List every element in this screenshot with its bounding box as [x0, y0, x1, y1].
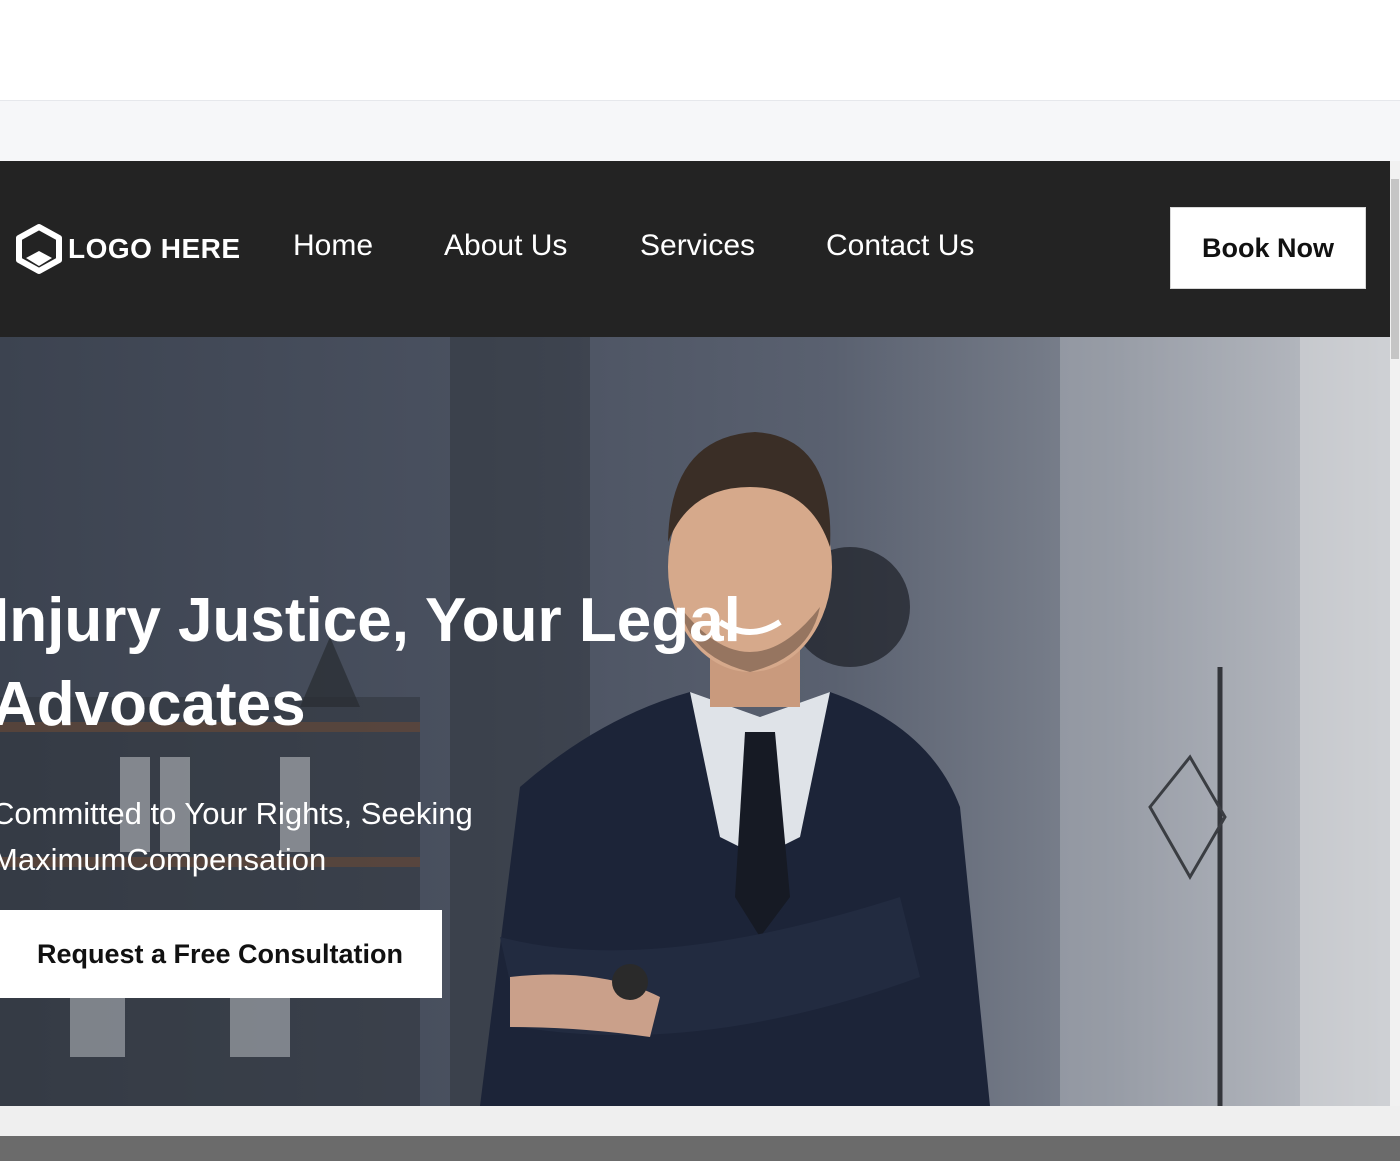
website-preview: LOGO HERE Home About Us Services Contact… [0, 161, 1390, 1106]
hero-subtitle-line-1: Committed to Your Rights, Seeking [0, 796, 473, 831]
scrollbar[interactable] [1390, 161, 1400, 1106]
page-top-band [0, 101, 1400, 161]
hero-section: Injury Justice, Your Legal Advocates Com… [0, 337, 1390, 1106]
hero-subtitle-line-2: MaximumCompensation [0, 842, 327, 877]
free-consultation-button[interactable]: Request a Free Consultation [0, 910, 442, 998]
nav-link-about-us[interactable]: About Us [444, 229, 567, 263]
nav-link-services[interactable]: Services [640, 229, 755, 263]
next-section-edge [0, 1136, 1400, 1161]
site-logo[interactable]: LOGO HERE [14, 223, 241, 275]
site-navbar: LOGO HERE Home About Us Services Contact… [0, 161, 1390, 337]
book-now-button[interactable]: Book Now [1170, 207, 1366, 289]
below-section-divider [0, 1106, 1400, 1136]
hero-title-line-1: Injury Justice, Your Legal [0, 586, 741, 655]
hero-title-line-2: Advocates [0, 670, 306, 739]
scrollbar-thumb[interactable] [1391, 179, 1399, 359]
hero-title: Injury Justice, Your Legal Advocates [0, 579, 752, 747]
nav-link-home[interactable]: Home [293, 229, 373, 263]
logo-text: LOGO HERE [68, 233, 241, 264]
hero-subtitle: Committed to Your Rights, Seeking Maximu… [0, 791, 552, 883]
browser-top-area [0, 0, 1400, 101]
nav-link-contact-us[interactable]: Contact Us [826, 229, 974, 263]
logo-hexagon-icon [16, 224, 62, 274]
